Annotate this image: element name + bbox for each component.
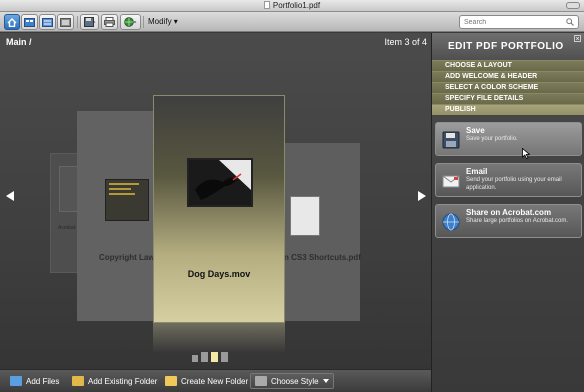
file-thumbnail: [59, 166, 79, 212]
choose-style-button[interactable]: Choose Style: [250, 373, 334, 389]
breadcrumb[interactable]: Main /: [6, 37, 32, 47]
chevron-down-icon: [322, 379, 329, 383]
window-titlebar: Portfolio1.pdf: [0, 0, 584, 12]
preview-button[interactable]: [57, 14, 74, 30]
bottom-bar: Add Files Add Existing Folder Create New…: [0, 369, 431, 392]
carousel-card-right[interactable]: [278, 143, 360, 321]
share-option-title: Share on Acrobat.com: [466, 208, 552, 217]
step-choose-layout[interactable]: CHOOSE A LAYOUT: [432, 60, 584, 71]
window-title: Portfolio1.pdf: [272, 1, 321, 10]
modify-menu[interactable]: Modify ▾: [144, 15, 182, 29]
list-view-button[interactable]: [39, 14, 56, 30]
add-files-icon: [10, 376, 22, 386]
share-button[interactable]: [120, 14, 141, 30]
toolbar-separator: [77, 16, 78, 28]
list-view-icon: [42, 17, 53, 27]
search-icon: [566, 18, 574, 26]
print-icon: [104, 17, 115, 27]
card-reflection: [153, 323, 285, 353]
share-globe-icon: [123, 17, 136, 27]
create-new-folder-label: Create New Folder: [181, 376, 249, 386]
carousel-page-indicator: [192, 350, 228, 362]
envelope-icon: [442, 175, 460, 188]
page-dot[interactable]: [201, 352, 208, 362]
pdf-document-icon: [263, 1, 270, 9]
mouse-cursor-icon: [522, 148, 530, 159]
save-icon: [83, 17, 95, 27]
carousel-right-label: n CS3 Shortcuts.pdf: [284, 253, 361, 262]
step-select-color-scheme[interactable]: SELECT A COLOR SCHEME: [432, 82, 584, 93]
carousel-card-selected[interactable]: Dog Days.mov: [153, 95, 285, 323]
save-option-title: Save: [466, 126, 485, 135]
toolbar: Modify ▾: [0, 12, 584, 32]
add-existing-folder-label: Add Existing Folder: [88, 376, 158, 386]
step-specify-file-details[interactable]: SPECIFY FILE DETAILS: [432, 93, 584, 104]
folder-icon: [72, 376, 84, 386]
home-button[interactable]: [4, 14, 20, 30]
file-thumbnail: [105, 179, 149, 221]
file-thumbnail: [290, 196, 320, 236]
window-zoom-button[interactable]: [566, 2, 580, 9]
add-files-label: Add Files: [26, 376, 60, 386]
choose-style-label: Choose Style: [271, 376, 319, 386]
page-dot[interactable]: [221, 352, 228, 362]
share-option-description: Share large portfolios on Acrobat.com.: [466, 218, 569, 224]
layout-view-button[interactable]: [21, 14, 38, 30]
panel-title: EDIT PDF PORTFOLIO: [448, 41, 564, 52]
step-publish[interactable]: PUBLISH: [432, 104, 584, 115]
video-thumbnail: [187, 158, 253, 207]
carousel-left-label: Copyright Laws.: [99, 253, 162, 262]
portfolio-main-area: Main / Item 3 of 4 Acrobat to Acroba Cop…: [0, 33, 431, 369]
print-button[interactable]: [101, 14, 118, 30]
home-icon: [7, 17, 17, 27]
new-folder-icon: [165, 376, 177, 386]
chevron-down-icon: ▾: [173, 17, 178, 26]
portfolio-steps: CHOOSE A LAYOUT ADD WELCOME & HEADER SEL…: [432, 60, 584, 115]
search-field[interactable]: [459, 15, 579, 29]
item-counter: Item 3 of 4: [384, 37, 427, 47]
page-dot-active[interactable]: [211, 352, 218, 362]
save-option-description: Save your portfolio.: [466, 136, 518, 142]
step-add-welcome-header[interactable]: ADD WELCOME & HEADER: [432, 71, 584, 82]
edit-portfolio-panel: EDIT PDF PORTFOLIO × CHOOSE A LAYOUT ADD…: [431, 33, 584, 392]
search-input[interactable]: [464, 16, 564, 28]
add-existing-folder-button[interactable]: Add Existing Folder: [68, 373, 161, 389]
publish-share-acrobat-option[interactable]: Share on Acrobat.com Share large portfol…: [435, 204, 582, 238]
carousel-previous-arrow[interactable]: [6, 191, 14, 201]
layout-grid-icon: [24, 17, 35, 27]
style-icon: [255, 376, 267, 386]
create-new-folder-button[interactable]: Create New Folder: [161, 373, 252, 389]
add-files-button[interactable]: Add Files: [6, 373, 63, 389]
dog-photo-image: [189, 160, 251, 205]
floppy-disk-icon: [442, 131, 460, 149]
publish-email-option[interactable]: Email Send your portfolio using your ema…: [435, 163, 582, 197]
email-option-description: Send your portfolio using your email app…: [466, 177, 562, 191]
close-icon[interactable]: ×: [574, 35, 581, 43]
email-option-title: Email: [466, 167, 488, 176]
carousel-next-arrow[interactable]: [418, 191, 426, 201]
preview-icon: [60, 17, 71, 27]
globe-icon: [442, 213, 460, 231]
modify-menu-label: Modify: [148, 17, 172, 26]
panel-header: EDIT PDF PORTFOLIO ×: [432, 33, 584, 60]
page-dot[interactable]: [192, 355, 198, 362]
save-toolbar-button[interactable]: [80, 14, 99, 30]
selected-card-label: Dog Days.mov: [187, 269, 251, 279]
publish-save-option[interactable]: Save Save your portfolio.: [435, 122, 582, 156]
